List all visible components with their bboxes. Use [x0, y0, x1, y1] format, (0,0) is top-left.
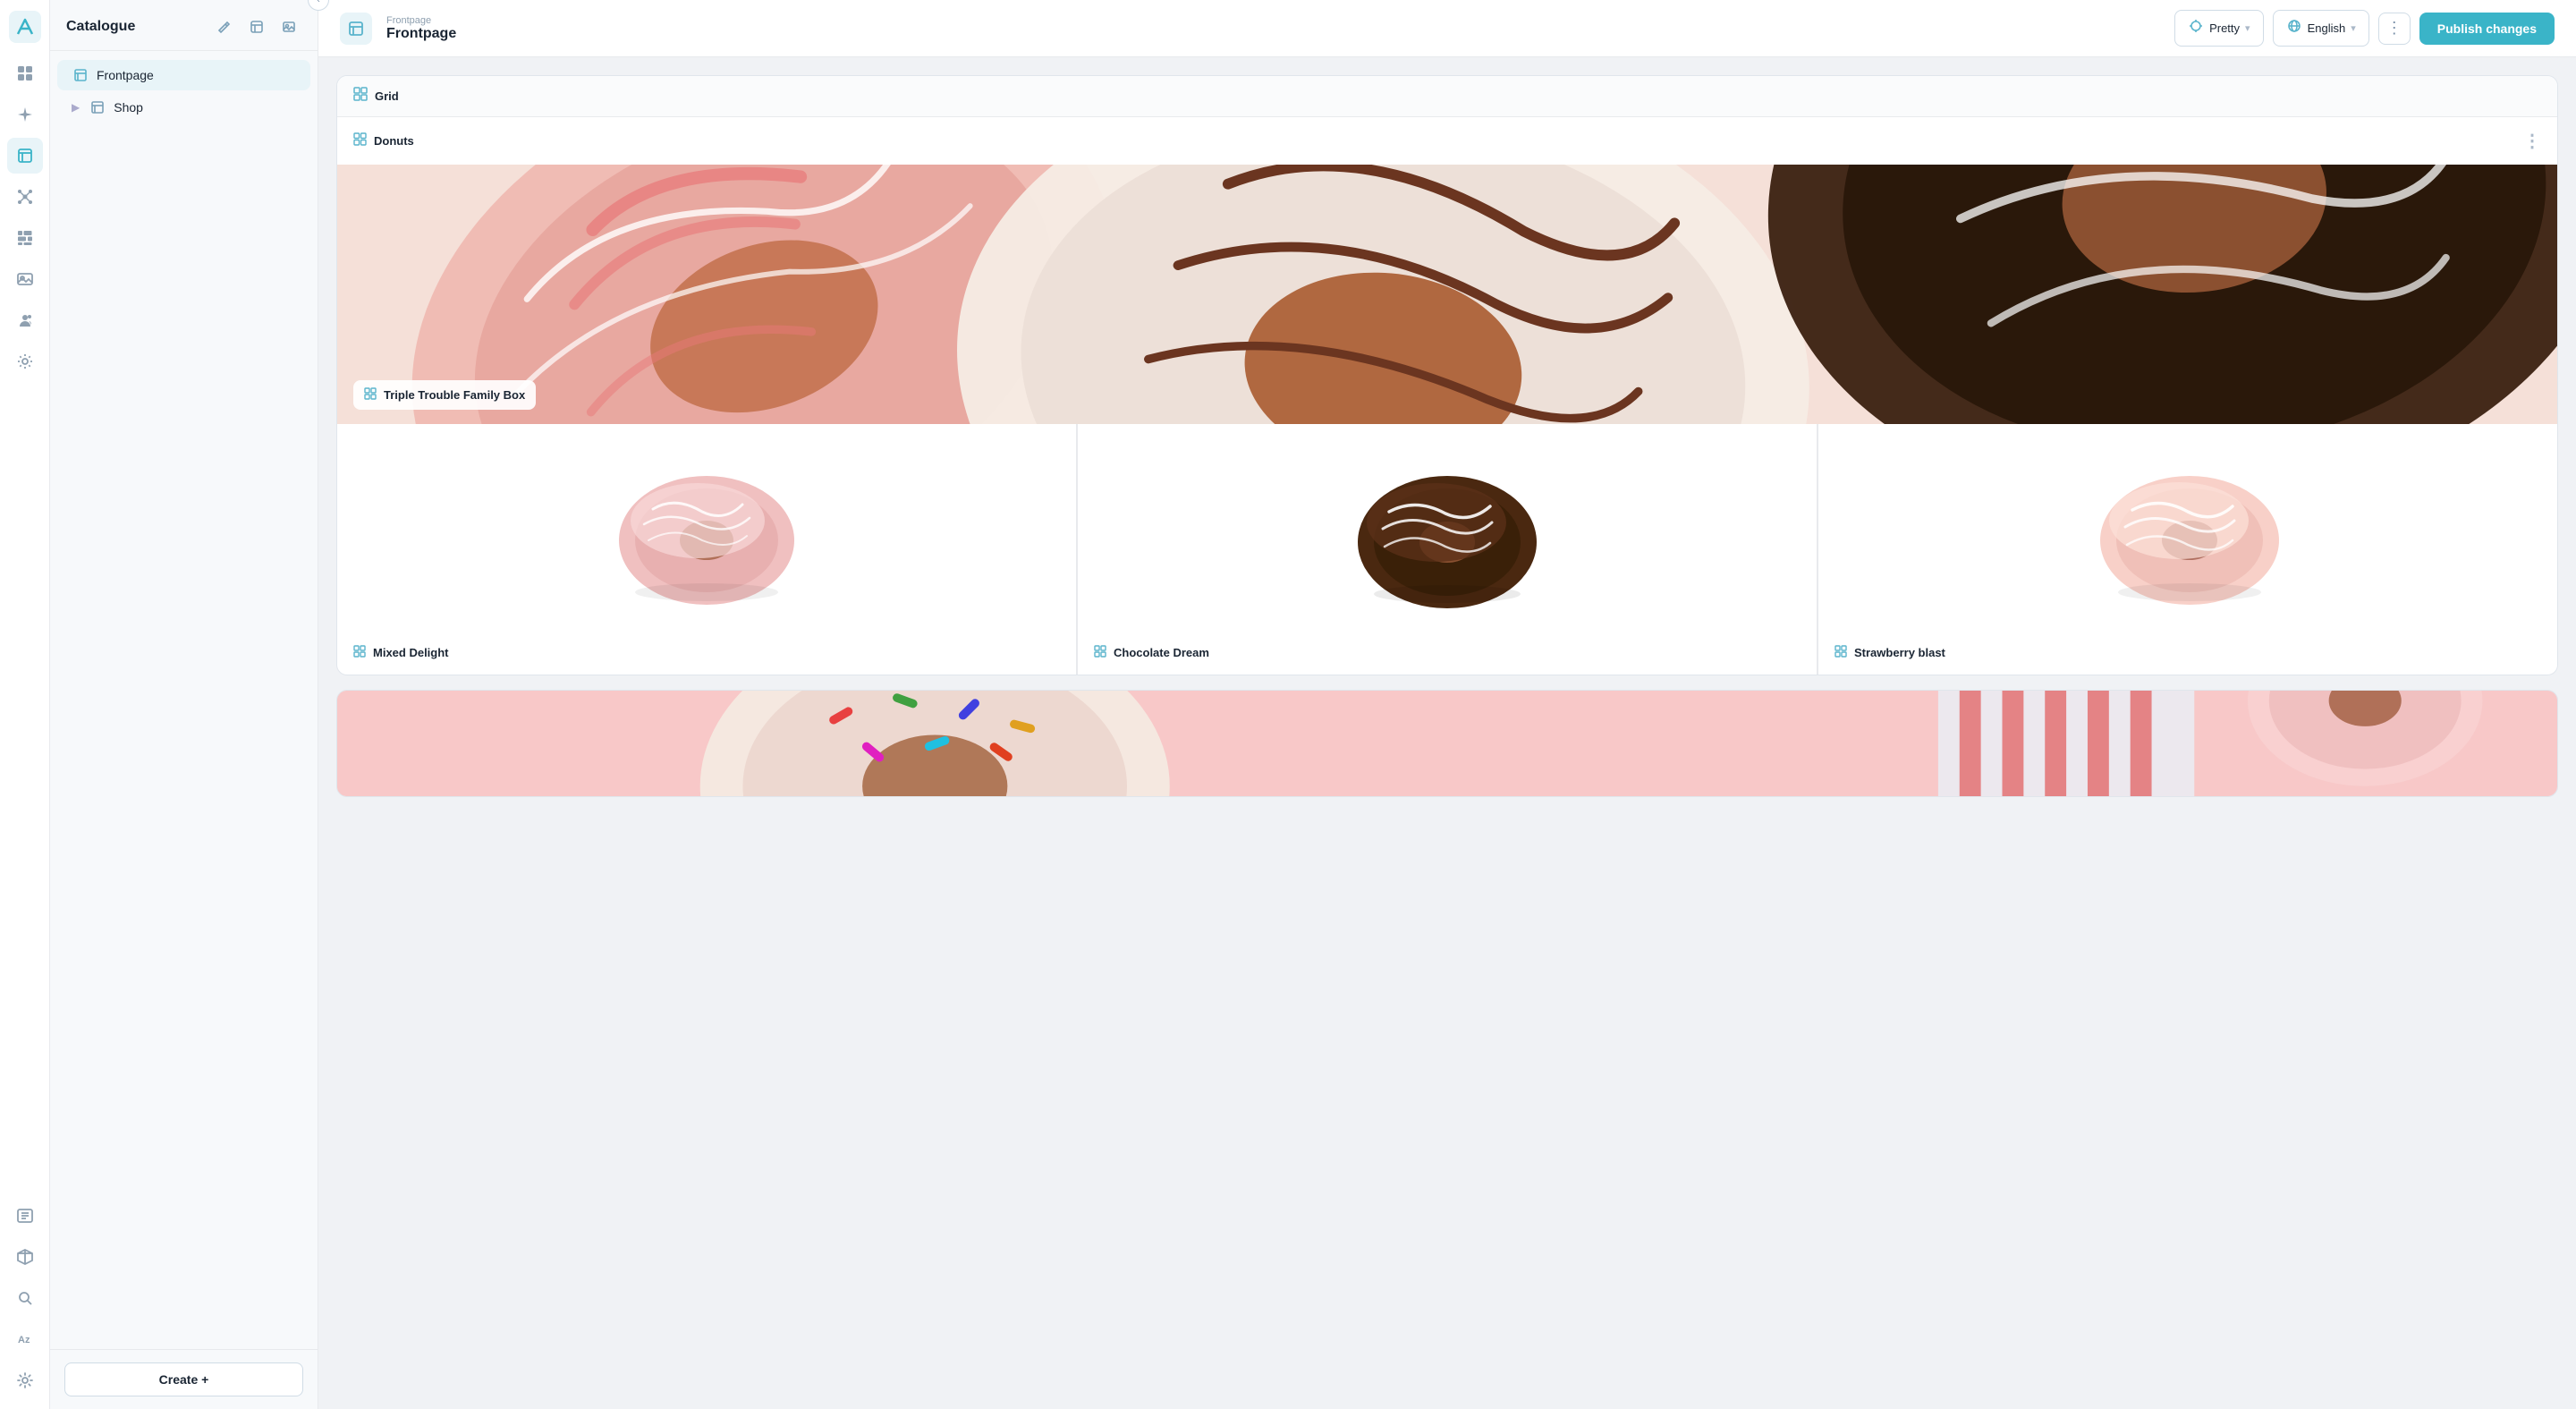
sidebar-item-frontpage[interactable]: Frontpage	[57, 60, 310, 90]
mixed-delight-icon	[353, 645, 366, 660]
pretty-label: Pretty	[2209, 21, 2240, 35]
topbar: Frontpage Frontpage Pretty ▾ English ▾ ⋮…	[318, 0, 2576, 57]
bottom-bg-image	[337, 691, 2557, 796]
hero-product-name: Triple Trouble Family Box	[384, 388, 525, 402]
shop-label: Shop	[114, 100, 143, 115]
frontpage-icon	[72, 68, 89, 82]
donuts-more-button[interactable]: ⋮	[2523, 130, 2541, 152]
nav-search-icon[interactable]	[7, 1280, 43, 1316]
breadcrumb-parent: Frontpage	[386, 15, 2160, 26]
nav-list-icon[interactable]	[7, 1198, 43, 1234]
donuts-icon	[353, 132, 367, 149]
nav-box-icon[interactable]	[7, 1239, 43, 1275]
strawberry-blast-donut-image	[2080, 451, 2295, 612]
sidebar-book-icon[interactable]	[244, 14, 269, 39]
mixed-delight-donut-image	[599, 451, 814, 612]
shop-chevron-icon: ▶	[72, 101, 80, 114]
grid-icon	[353, 87, 368, 106]
grid-section-title: Grid	[353, 87, 399, 106]
product-card-strawberry-blast: Strawberry blast	[1818, 424, 2557, 675]
shop-icon	[89, 100, 106, 115]
sidebar-edit-icon[interactable]	[212, 14, 237, 39]
nav-az-icon[interactable]: Az	[7, 1321, 43, 1357]
nav-settings2-icon[interactable]	[7, 344, 43, 379]
product-card-chocolate-dream: Chocolate Dream	[1078, 424, 1817, 675]
main-area: Frontpage Frontpage Pretty ▾ English ▾ ⋮…	[318, 0, 2576, 1409]
sidebar-title: Catalogue	[66, 19, 135, 35]
sidebar-item-shop[interactable]: ▶ Shop	[57, 92, 310, 123]
publish-button[interactable]: Publish changes	[2419, 13, 2555, 45]
language-icon	[2286, 18, 2302, 38]
bottom-section	[336, 690, 2558, 797]
nav-dashboard-icon[interactable]	[7, 55, 43, 91]
product-row: Mixed Delight	[337, 424, 2557, 675]
nav-image-icon[interactable]	[7, 261, 43, 297]
breadcrumb-current: Frontpage	[386, 26, 2160, 42]
grid-section: Grid Donuts ⋮	[336, 75, 2558, 675]
sidebar-items: Frontpage ▶ Shop	[50, 51, 318, 1349]
nav-book-icon[interactable]	[7, 138, 43, 174]
nav-gear-icon[interactable]	[7, 1362, 43, 1398]
pretty-chevron-icon: ▾	[2245, 22, 2250, 34]
topbar-actions: Pretty ▾ English ▾ ⋮ Publish changes	[2174, 10, 2555, 47]
chocolate-dream-donut-image	[1340, 451, 1555, 612]
hero-product-label: Triple Trouble Family Box	[353, 380, 536, 410]
page-icon	[340, 13, 372, 45]
hero-product-icon	[364, 387, 377, 403]
chocolate-dream-label: Chocolate Dream	[1094, 645, 1209, 660]
nav-nodes-icon[interactable]	[7, 179, 43, 215]
mixed-delight-name: Mixed Delight	[373, 646, 449, 659]
donuts-label: Donuts	[374, 134, 414, 148]
product-card-mixed-delight: Mixed Delight	[337, 424, 1076, 675]
mixed-delight-label: Mixed Delight	[353, 645, 449, 660]
chocolate-dream-icon	[1094, 645, 1106, 660]
frontpage-label: Frontpage	[97, 68, 154, 82]
language-chevron-icon: ▾	[2351, 22, 2356, 34]
sidebar-footer: Create +	[50, 1349, 318, 1409]
hero-product-area: Triple Trouble Family Box	[337, 165, 2557, 424]
app-logo[interactable]	[9, 11, 41, 43]
pretty-button[interactable]: Pretty ▾	[2174, 10, 2264, 47]
sidebar-header: Catalogue	[50, 0, 318, 51]
icon-bar: Az	[0, 0, 50, 1409]
nav-people-icon[interactable]	[7, 302, 43, 338]
content-area: Grid Donuts ⋮	[318, 57, 2576, 1409]
nav-grid2-icon[interactable]	[7, 220, 43, 256]
language-label: English	[2308, 21, 2346, 35]
nav-sparkle-icon[interactable]	[7, 97, 43, 132]
create-button[interactable]: Create +	[64, 1362, 303, 1396]
breadcrumb: Frontpage Frontpage	[386, 15, 2160, 42]
hero-canvas	[337, 165, 2557, 424]
sidebar: Catalogue Frontpage ▶ Sh	[50, 0, 318, 1409]
sidebar-image-icon[interactable]	[276, 14, 301, 39]
grid-section-header: Grid	[337, 76, 2557, 117]
language-button[interactable]: English ▾	[2273, 10, 2369, 47]
strawberry-blast-label: Strawberry blast	[1835, 645, 1945, 660]
sidebar-header-actions	[212, 14, 301, 39]
pretty-icon	[2188, 18, 2204, 38]
chocolate-dream-name: Chocolate Dream	[1114, 646, 1209, 659]
svg-text:Az: Az	[18, 1335, 30, 1345]
strawberry-blast-name: Strawberry blast	[1854, 646, 1945, 659]
strawberry-blast-icon	[1835, 645, 1847, 660]
more-options-button[interactable]: ⋮	[2378, 13, 2411, 45]
donuts-header: Donuts ⋮	[337, 117, 2557, 165]
grid-label: Grid	[375, 89, 399, 103]
